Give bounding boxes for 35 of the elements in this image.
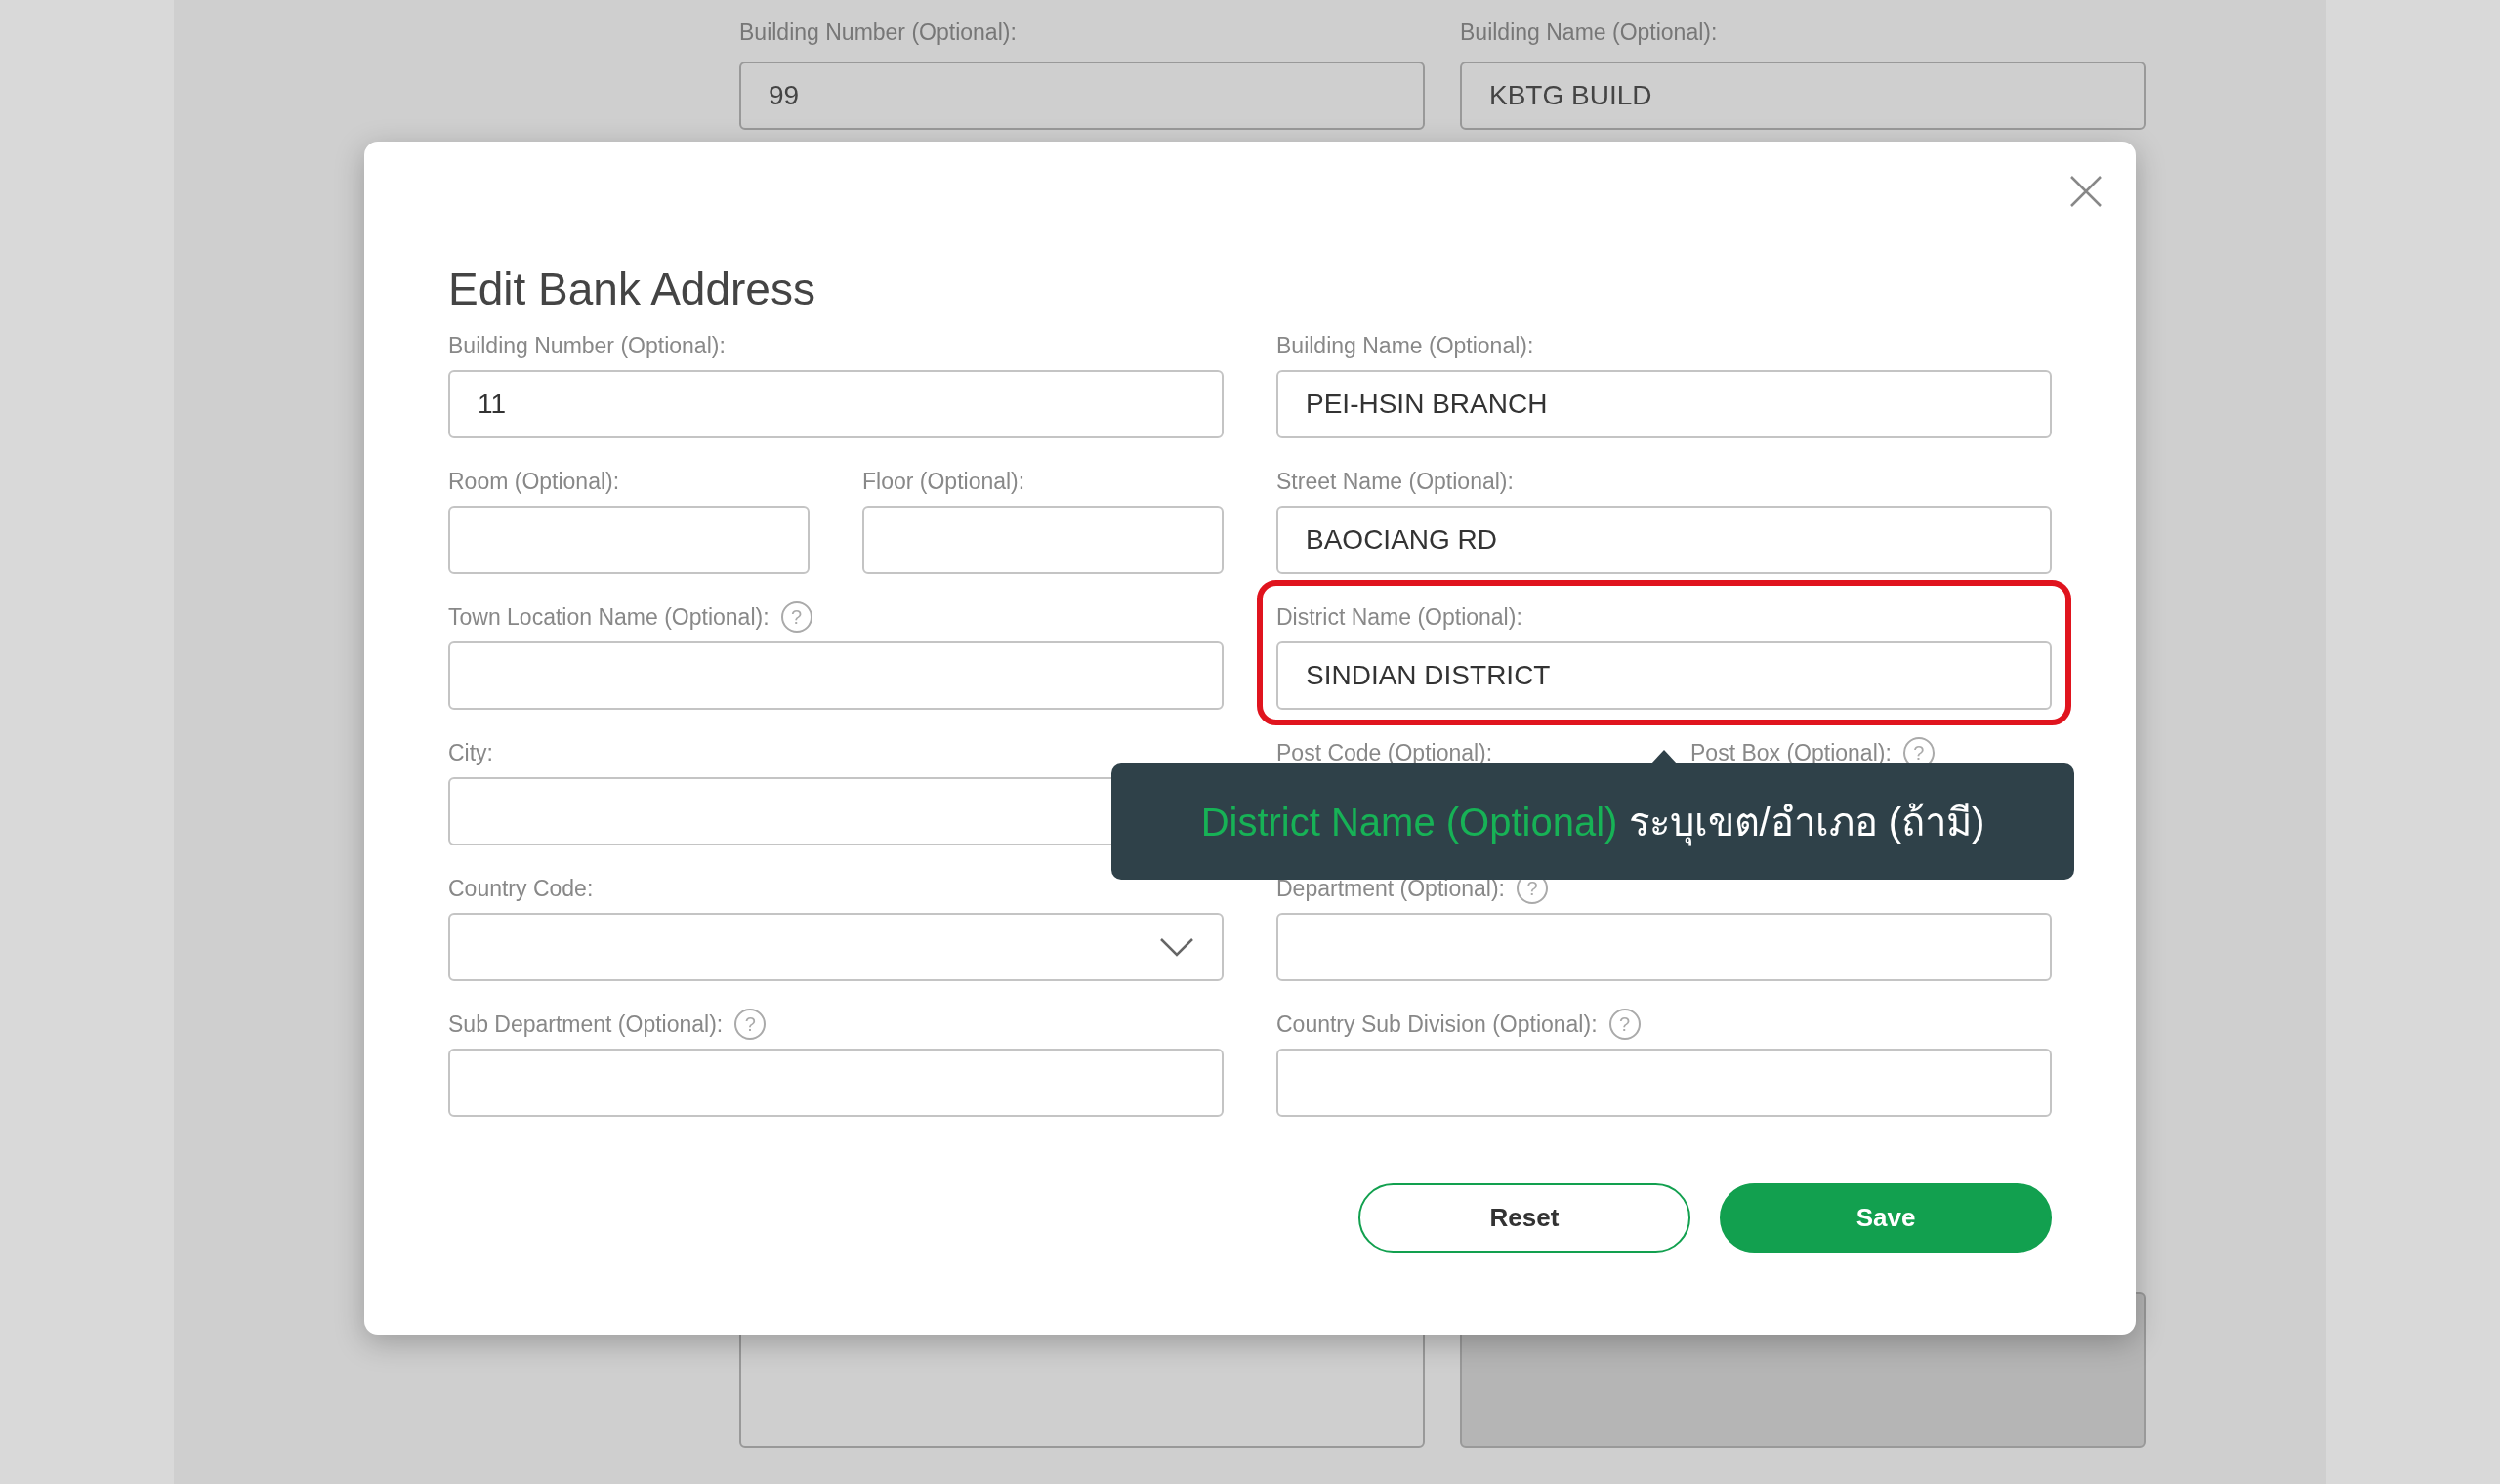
text-field[interactable] bbox=[448, 1048, 1224, 1117]
dropdown[interactable] bbox=[448, 912, 1224, 981]
field-label: Floor (Optional): bbox=[862, 467, 1025, 496]
field-label: Room (Optional): bbox=[448, 467, 620, 496]
text-field[interactable]: SINDIAN DISTRICT bbox=[1276, 640, 2052, 710]
text-field[interactable]: 11 bbox=[448, 369, 1224, 438]
field-label: Country Sub Division (Optional): bbox=[1276, 1010, 1598, 1039]
field-label: City: bbox=[448, 738, 493, 767]
field-label: Sub Department (Optional): bbox=[448, 1010, 724, 1039]
dialog-title: Edit Bank Address bbox=[448, 265, 816, 314]
save-button[interactable]: Save bbox=[1720, 1182, 2052, 1253]
field-label: Building Name (Optional): bbox=[1276, 331, 1534, 360]
field-label: Post Code (Optional): bbox=[1276, 738, 1493, 767]
text-field[interactable]: KBTG BUILD bbox=[1460, 61, 2146, 130]
text-field[interactable] bbox=[448, 640, 1224, 710]
text-field[interactable]: 99 bbox=[739, 61, 1425, 130]
field-label: Street Name (Optional): bbox=[1276, 467, 1514, 496]
text-field[interactable]: BAOCIANG RD bbox=[1276, 505, 2052, 574]
field-label: District Name (Optional): bbox=[1276, 602, 1522, 632]
text-field[interactable] bbox=[1276, 1048, 2052, 1117]
text-field[interactable]: PEI-HSIN BRANCH bbox=[1276, 369, 2052, 438]
field-label: Town Location Name (Optional): bbox=[448, 602, 770, 632]
text-field[interactable] bbox=[448, 505, 810, 574]
chevron-down-icon bbox=[1159, 936, 1194, 957]
reset-button[interactable]: Reset bbox=[1358, 1182, 1690, 1253]
field-label: Post Box (Optional): bbox=[1690, 738, 1892, 767]
text-field[interactable] bbox=[862, 505, 1224, 574]
text-field[interactable] bbox=[1276, 912, 2052, 981]
close-icon[interactable] bbox=[2069, 175, 2103, 208]
field-label: Building Number (Optional): bbox=[448, 331, 726, 360]
field-label: Department (Optional): bbox=[1276, 874, 1505, 903]
tooltip-text: District Name (Optional) ระบุเขต/อำเภอ (ถ้ามี) bbox=[1200, 798, 1985, 845]
field-label: Country Code: bbox=[448, 874, 594, 903]
field-label: Building Number (Optional): bbox=[739, 19, 1018, 47]
field-label: Building Name (Optional): bbox=[1460, 19, 1719, 47]
